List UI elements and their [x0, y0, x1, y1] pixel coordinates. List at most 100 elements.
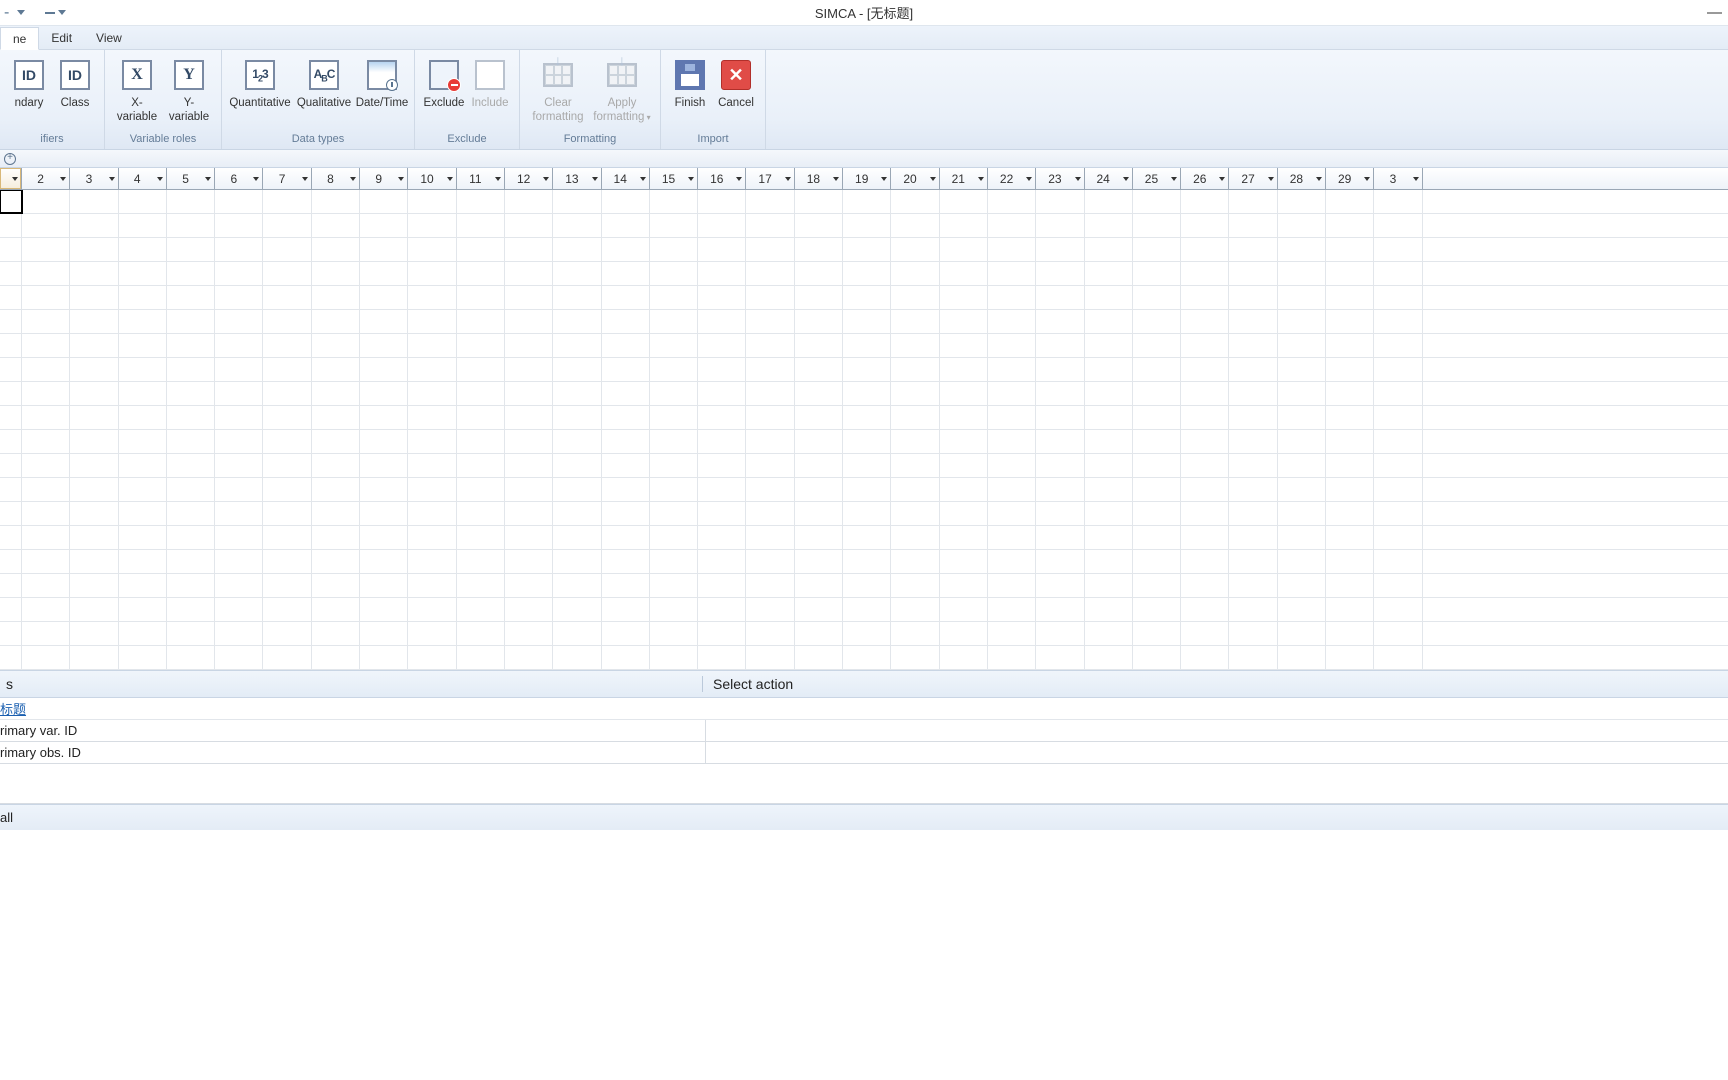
cell[interactable]	[360, 646, 408, 669]
cell[interactable]	[1133, 214, 1181, 237]
cell[interactable]	[167, 334, 215, 357]
cell[interactable]	[312, 310, 360, 333]
cell[interactable]	[119, 382, 167, 405]
cell[interactable]	[843, 646, 891, 669]
cell[interactable]	[940, 622, 988, 645]
cell[interactable]	[408, 622, 456, 645]
column-header[interactable]: 17	[746, 168, 794, 189]
cell[interactable]	[408, 574, 456, 597]
cell[interactable]	[1181, 526, 1229, 549]
datetime-button[interactable]: Date/Time	[356, 56, 408, 112]
cell[interactable]	[553, 550, 601, 573]
cell[interactable]	[1374, 598, 1422, 621]
cell[interactable]	[457, 238, 505, 261]
cell[interactable]	[0, 406, 22, 429]
cell[interactable]	[263, 238, 311, 261]
cell[interactable]	[795, 646, 843, 669]
cell[interactable]	[940, 214, 988, 237]
cell[interactable]	[360, 310, 408, 333]
cell[interactable]	[1085, 622, 1133, 645]
column-header[interactable]: 8	[312, 168, 360, 189]
cell[interactable]	[650, 454, 698, 477]
cell[interactable]	[70, 454, 118, 477]
cell[interactable]	[602, 286, 650, 309]
cell[interactable]	[0, 430, 22, 453]
cell[interactable]	[1085, 334, 1133, 357]
cell[interactable]	[457, 430, 505, 453]
cell[interactable]	[0, 454, 22, 477]
cell[interactable]	[1181, 430, 1229, 453]
cell[interactable]	[408, 598, 456, 621]
cell[interactable]	[505, 358, 553, 381]
cell[interactable]	[457, 310, 505, 333]
cell[interactable]	[1036, 598, 1084, 621]
cell[interactable]	[167, 574, 215, 597]
cell[interactable]	[1229, 190, 1277, 213]
cell[interactable]	[553, 502, 601, 525]
cell[interactable]	[843, 574, 891, 597]
cell[interactable]	[1278, 286, 1326, 309]
cell[interactable]	[1278, 454, 1326, 477]
cell[interactable]	[795, 382, 843, 405]
cell[interactable]	[602, 430, 650, 453]
cell[interactable]	[602, 406, 650, 429]
cell[interactable]	[215, 286, 263, 309]
cell[interactable]	[1133, 430, 1181, 453]
cell[interactable]	[1036, 550, 1084, 573]
cell[interactable]	[843, 190, 891, 213]
y-variable-button[interactable]: Y Y-variable	[163, 56, 215, 126]
cell[interactable]	[408, 454, 456, 477]
cell[interactable]	[843, 430, 891, 453]
cell[interactable]	[505, 214, 553, 237]
cell[interactable]	[167, 310, 215, 333]
cell[interactable]	[263, 598, 311, 621]
cell[interactable]	[1229, 574, 1277, 597]
cell[interactable]	[215, 574, 263, 597]
column-header[interactable]: 7	[263, 168, 311, 189]
cell[interactable]	[843, 598, 891, 621]
cell[interactable]	[457, 622, 505, 645]
cell[interactable]	[360, 502, 408, 525]
cell[interactable]	[1326, 454, 1374, 477]
cell[interactable]	[1374, 334, 1422, 357]
cell[interactable]	[505, 502, 553, 525]
cell[interactable]	[1085, 190, 1133, 213]
cell[interactable]	[312, 526, 360, 549]
cell[interactable]	[698, 574, 746, 597]
cell[interactable]	[1085, 502, 1133, 525]
cell[interactable]	[263, 646, 311, 669]
cell[interactable]	[795, 430, 843, 453]
cell[interactable]	[312, 646, 360, 669]
cell[interactable]	[988, 358, 1036, 381]
cell[interactable]	[1036, 502, 1084, 525]
cell[interactable]	[1036, 214, 1084, 237]
cell[interactable]	[1326, 574, 1374, 597]
cell[interactable]	[1326, 526, 1374, 549]
cell[interactable]	[988, 478, 1036, 501]
cell[interactable]	[746, 526, 794, 549]
cell[interactable]	[22, 502, 70, 525]
cell[interactable]	[70, 358, 118, 381]
column-dropdown-icon[interactable]	[1413, 177, 1419, 181]
column-dropdown-icon[interactable]	[1219, 177, 1225, 181]
cell[interactable]	[891, 502, 939, 525]
cell[interactable]	[940, 310, 988, 333]
cell[interactable]	[988, 286, 1036, 309]
cell[interactable]	[22, 526, 70, 549]
cell[interactable]	[22, 214, 70, 237]
class-button[interactable]: ID Class	[52, 56, 98, 112]
cell[interactable]	[650, 574, 698, 597]
cell[interactable]	[0, 310, 22, 333]
cell[interactable]	[940, 238, 988, 261]
cell[interactable]	[698, 262, 746, 285]
cell[interactable]	[1133, 574, 1181, 597]
cell[interactable]	[1181, 358, 1229, 381]
cell[interactable]	[70, 334, 118, 357]
cell[interactable]	[119, 526, 167, 549]
cell[interactable]	[1229, 622, 1277, 645]
cell[interactable]	[0, 358, 22, 381]
cell[interactable]	[457, 358, 505, 381]
cell[interactable]	[360, 622, 408, 645]
cell[interactable]	[408, 286, 456, 309]
cell[interactable]	[408, 550, 456, 573]
